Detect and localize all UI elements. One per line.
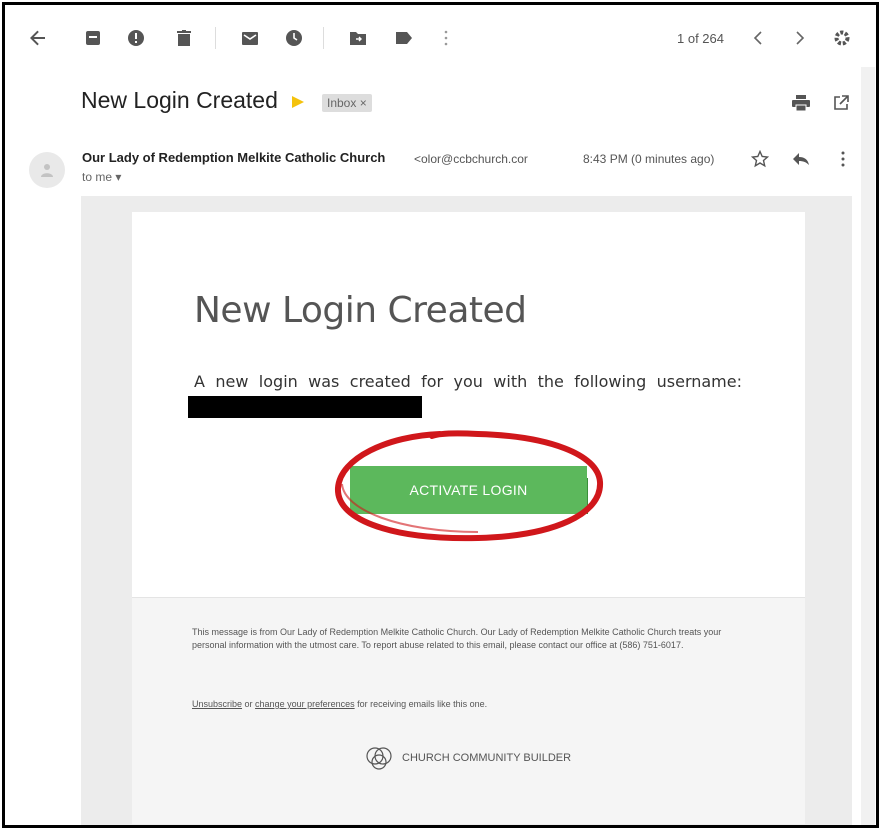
redacted-username (188, 396, 422, 418)
footer-or-text: or (242, 699, 256, 709)
open-new-window-icon[interactable] (831, 93, 851, 113)
ccb-logo-icon (366, 747, 392, 770)
card-message: A new login was created for you with the… (194, 372, 742, 391)
older-chevron-icon[interactable] (789, 27, 811, 49)
delete-icon[interactable] (173, 27, 195, 49)
back-arrow-icon[interactable] (27, 27, 49, 49)
mark-unread-icon[interactable] (239, 27, 261, 49)
toolbar: 1 of 264 (5, 5, 876, 67)
ccb-brand-text: CHURCH COMMUNITY BUILDER (402, 752, 572, 764)
card-title: New Login Created (194, 290, 527, 331)
more-options-icon[interactable] (833, 149, 853, 169)
newer-chevron-icon[interactable] (747, 27, 769, 49)
person-icon (41, 164, 53, 177)
unsubscribe-link[interactable]: Unsubscribe (192, 699, 242, 709)
toolbar-divider (323, 27, 324, 49)
sender-avatar (29, 152, 65, 188)
pager-count: 1 of 264 (677, 31, 724, 46)
footer-notice: This message is from Our Lady of Redempt… (192, 627, 722, 650)
move-to-icon[interactable] (347, 27, 369, 49)
important-marker-icon[interactable] (292, 96, 304, 108)
report-spam-icon[interactable] (125, 27, 147, 49)
email-card: New Login Created A new login was create… (132, 212, 805, 597)
more-icon[interactable] (435, 27, 457, 49)
settings-gear-icon[interactable] (831, 27, 853, 49)
footer-preferences-line: Unsubscribe or change your preferences f… (192, 699, 487, 709)
gmail-window: 1 of 264 New Login Created Inbox × Our L… (2, 2, 879, 828)
inbox-label-chip[interactable]: Inbox × (322, 94, 372, 112)
red-highlight-circle (334, 430, 604, 542)
archive-icon[interactable] (82, 27, 104, 49)
label-icon[interactable] (393, 27, 415, 49)
email-subject: New Login Created (81, 87, 278, 113)
change-preferences-link[interactable]: change your preferences (255, 699, 355, 709)
email-timestamp: 8:43 PM (0 minutes ago) (583, 152, 715, 166)
toolbar-divider (215, 27, 216, 49)
reply-icon[interactable] (791, 149, 811, 169)
ccb-brand: CHURCH COMMUNITY BUILDER (364, 746, 571, 770)
email-footer: This message is from Our Lady of Redempt… (132, 597, 805, 824)
scrollbar[interactable] (861, 67, 875, 825)
footer-prefs-suffix: for receiving emails like this one. (354, 699, 488, 709)
print-icon[interactable] (791, 93, 811, 113)
snooze-icon[interactable] (283, 27, 305, 49)
recipient-details-toggle[interactable]: to me ▾ (82, 170, 121, 184)
star-icon[interactable] (750, 149, 770, 169)
sender-name[interactable]: Our Lady of Redemption Melkite Catholic … (82, 150, 385, 165)
sender-email: <olor@ccbchurch.cor (414, 152, 528, 166)
